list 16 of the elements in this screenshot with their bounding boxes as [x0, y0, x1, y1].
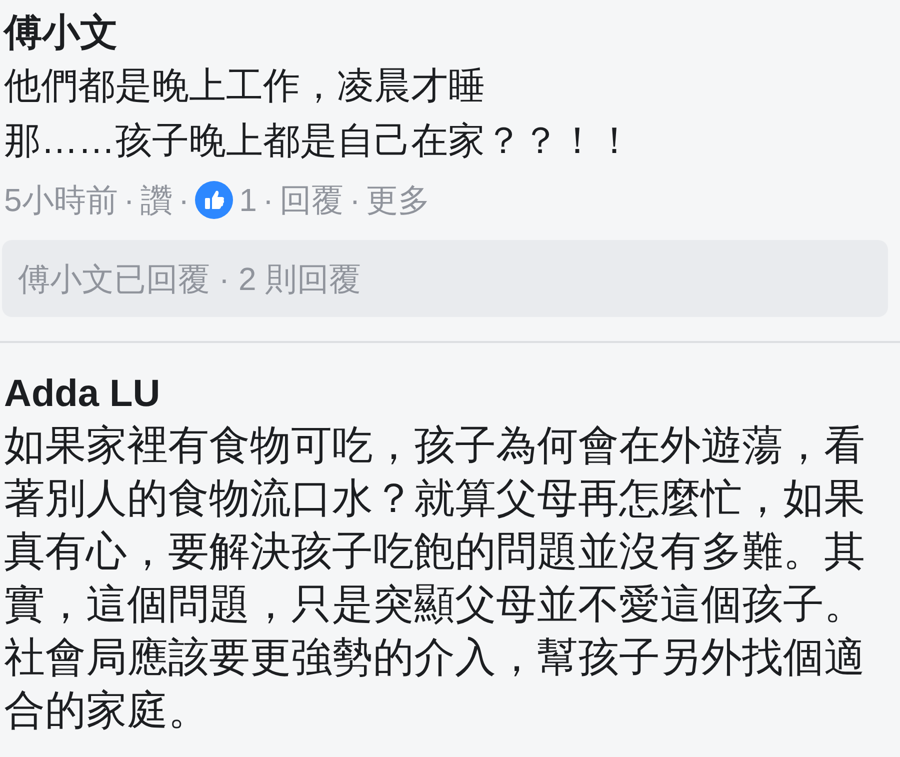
comment-text: 那……孩子晚上都是自己在家？？！！ [4, 119, 634, 163]
like-link[interactable]: 讚 [140, 178, 172, 222]
reaction-count: 1 [239, 181, 257, 220]
timestamp: 5小時前 [4, 181, 118, 220]
comment-text: 他們都是晚上工作，凌晨才睡 [4, 64, 486, 108]
comment-text: 如果家裡有食物可吃，孩子為何會在外遊蕩，看著別人的食物流口水？就算父母再怎麼忙，如果真有心，要解決孩子吃飽的問題並沒有多難。其實，這個問題，只是突顯父母並不愛這個孩子。社會局應該要更強勢的介入，幫孩子另外找個適合的家庭。 [4, 421, 866, 735]
comment-author[interactable]: Adda LU [4, 369, 896, 419]
more-link[interactable]: 更多 [366, 178, 430, 222]
thumbs-up-icon [195, 181, 234, 219]
replies-summary[interactable]: 傅小文已回覆 · 2 則回覆 [2, 240, 888, 317]
reply-link[interactable]: 回覆 [280, 178, 344, 222]
separator-dot: · [178, 181, 190, 220]
separator-dot: · [262, 181, 274, 220]
separator-dot: · [124, 181, 134, 220]
comment-author[interactable]: 傅小文 [4, 8, 896, 58]
separator-dot: · [350, 181, 360, 220]
